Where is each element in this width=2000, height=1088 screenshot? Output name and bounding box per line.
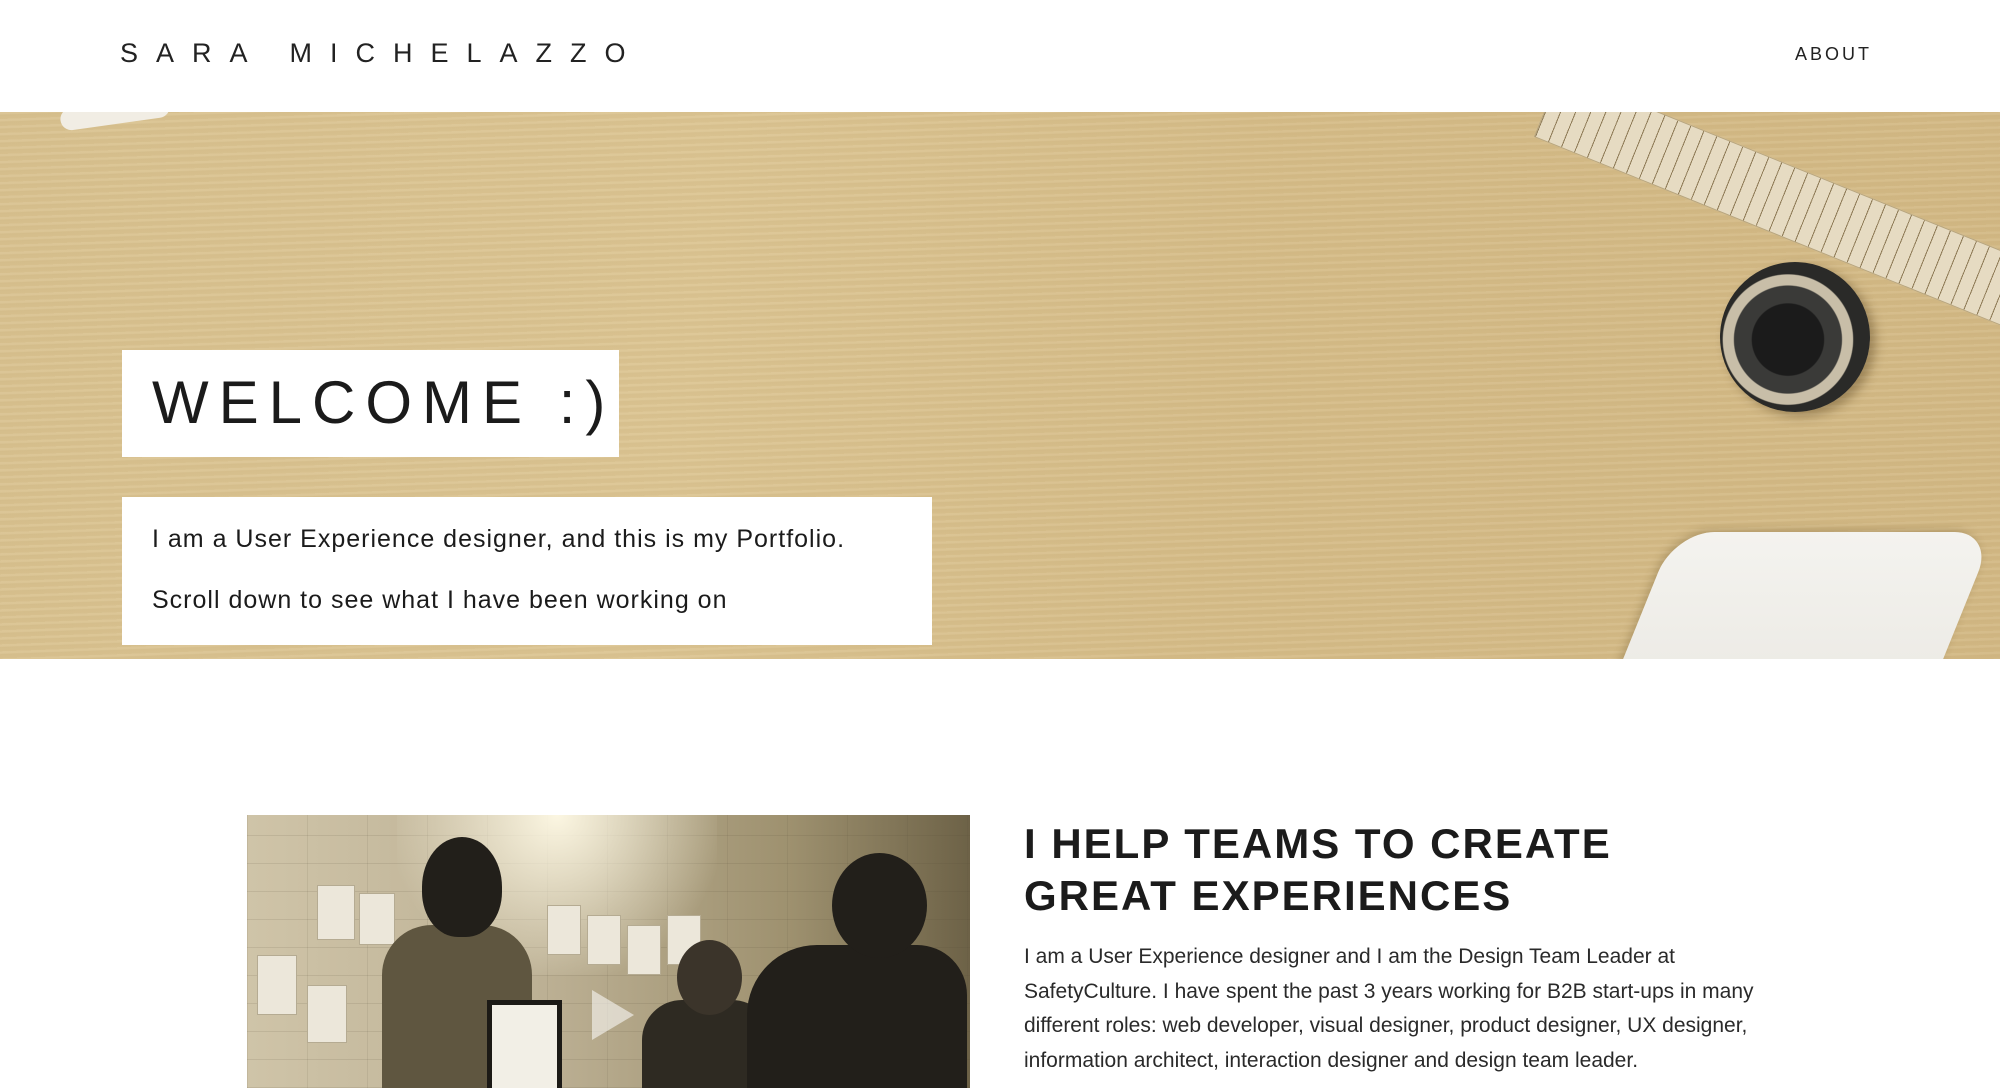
hero-banner: WELCOME :) I am a User Experience design…	[0, 112, 2000, 659]
site-title[interactable]: SARA MICHELAZZO	[120, 38, 644, 69]
wall-paper	[307, 985, 347, 1043]
play-icon[interactable]	[592, 990, 634, 1040]
intro-panel: I am a User Experience designer, and thi…	[122, 497, 932, 645]
section-heading: I HELP TEAMS TO CREATE GREAT EXPERIENCES	[1024, 820, 1612, 919]
intro-line-1: I am a User Experience designer, and thi…	[152, 525, 846, 553]
welcome-panel: WELCOME :)	[122, 350, 619, 457]
site-header: SARA MICHELAZZO ABOUT	[0, 0, 2000, 112]
person-head	[422, 837, 502, 937]
wall-paper	[627, 925, 661, 975]
welcome-heading: WELCOME :)	[152, 369, 616, 436]
team-video-thumbnail[interactable]	[247, 815, 970, 1088]
monitor-image	[487, 1000, 562, 1088]
section-body-text: I am a User Experience designer and I am…	[1024, 945, 1754, 1072]
person-body	[747, 945, 967, 1088]
nav-about-link[interactable]: ABOUT	[1795, 44, 1872, 65]
person-head	[677, 940, 742, 1015]
wall-paper	[257, 955, 297, 1015]
person-head	[832, 853, 927, 958]
wall-paper	[359, 893, 395, 945]
intro-line-2: Scroll down to see what I have been work…	[152, 586, 728, 614]
wall-paper	[317, 885, 355, 940]
wall-paper	[547, 905, 581, 955]
wall-paper	[587, 915, 621, 965]
